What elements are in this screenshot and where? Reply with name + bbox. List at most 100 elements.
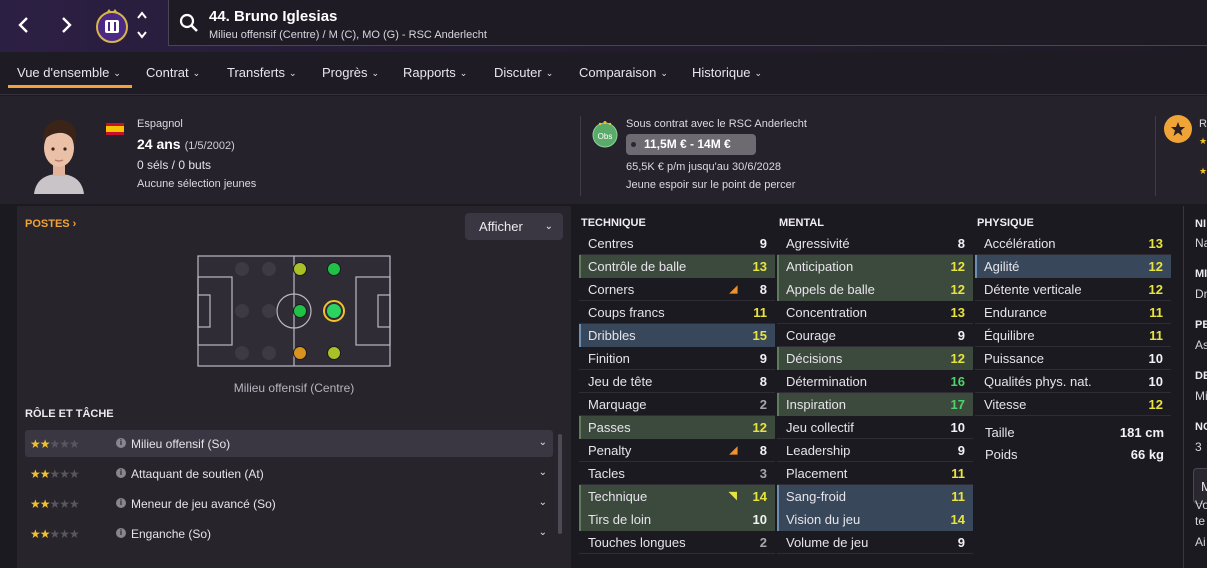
attribute-row[interactable]: Placement 11: [777, 462, 973, 485]
active-tab-indicator: [8, 85, 132, 88]
tab-comparison[interactable]: Comparaison ⌄: [579, 65, 668, 80]
trend-down-arrow-icon: ◥: [727, 285, 740, 294]
attribute-value: 16: [950, 374, 965, 389]
attribute-row[interactable]: Agressivité 8: [777, 232, 973, 255]
shortlist-badge-icon[interactable]: Obs: [592, 120, 618, 148]
position-pitch[interactable]: [197, 255, 391, 367]
attribute-name: Corners: [588, 282, 635, 297]
attribute-row[interactable]: Courage 9: [777, 324, 973, 347]
attribute-row[interactable]: Tirs de loin 10: [579, 508, 775, 531]
tab-reports[interactable]: Rapports ⌄: [403, 65, 467, 80]
info-icon[interactable]: i: [116, 468, 126, 478]
attribute-row[interactable]: Centres 9: [579, 232, 775, 255]
attribute-row[interactable]: Marquage 2: [579, 393, 775, 416]
attribute-value: 9: [957, 535, 965, 550]
attribute-row[interactable]: Inspiration 17: [777, 393, 973, 416]
attribute-row[interactable]: Détermination 16: [777, 370, 973, 393]
attribute-row[interactable]: Coups francs 11: [579, 301, 775, 324]
attribute-row[interactable]: Touches longues 2: [579, 531, 775, 554]
player-avatar[interactable]: [28, 114, 90, 194]
attribute-row[interactable]: Sang-froid 11: [777, 485, 973, 508]
role-row[interactable]: ★★★★★ i Attaquant de soutien (At) ⌄: [25, 460, 553, 487]
attribute-value: 15: [752, 328, 767, 343]
technique-title: TECHNIQUE: [581, 217, 646, 229]
technique-column: TECHNIQUE Centres 9 Contrôle de balle 13 Cor…: [579, 206, 775, 554]
attribute-row[interactable]: Penalty ◥ 8: [579, 439, 775, 462]
role-row[interactable]: ★★★★★ i Milieu offensif (So) ⌄: [25, 430, 553, 457]
chevron-down-icon[interactable]: ⌄: [539, 467, 547, 478]
attribute-row[interactable]: Vision du jeu 14: [777, 508, 973, 531]
attribute-row[interactable]: Jeu collectif 10: [777, 416, 973, 439]
back-arrow-icon[interactable]: [8, 10, 38, 40]
attribute-value: 14: [950, 512, 965, 527]
attribute-value: 3: [759, 466, 767, 481]
attribute-row[interactable]: Technique ◥ 14: [579, 485, 775, 508]
tab-overview[interactable]: Vue d'ensemble ⌄: [17, 65, 121, 80]
info-icon[interactable]: i: [116, 528, 126, 538]
role-row[interactable]: ★★★★★ i Enganche (So) ⌄: [25, 520, 553, 547]
attribute-value: 2: [759, 397, 767, 412]
info-icon[interactable]: i: [116, 498, 126, 508]
attribute-value: 12: [1148, 397, 1163, 412]
forward-arrow-icon[interactable]: [52, 10, 82, 40]
player-position-club: Milieu offensif (Centre) / M (C), MO (G)…: [209, 29, 487, 41]
positions-title[interactable]: POSTES ›: [25, 218, 76, 230]
attribute-value: 14: [752, 489, 767, 504]
attribute-row[interactable]: Vitesse 12: [975, 393, 1171, 416]
chevron-up-icon[interactable]: [136, 10, 148, 20]
search-icon[interactable]: [179, 13, 199, 33]
prospect-tag: Jeune espoir sur le point de percer: [626, 179, 796, 191]
tab-discuss[interactable]: Discuter ⌄: [494, 65, 553, 80]
attribute-row[interactable]: Décisions 12: [777, 347, 973, 370]
attribute-row[interactable]: Détente verticale 12: [975, 278, 1171, 301]
attribute-row[interactable]: Concentration 13: [777, 301, 973, 324]
show-dropdown[interactable]: Afficher ⌄: [465, 213, 563, 240]
attribute-row[interactable]: Appels de balle 12: [777, 278, 973, 301]
player-search-box[interactable]: 44. Bruno Iglesias Milieu offensif (Cent…: [168, 0, 1207, 46]
attribute-value: 11: [951, 489, 965, 504]
attribute-row[interactable]: Équilibre 11: [975, 324, 1171, 347]
attribute-name: Appels de balle: [786, 282, 875, 297]
attribute-name: Contrôle de balle: [588, 259, 687, 274]
attribute-value: 9: [759, 236, 767, 251]
attribute-row[interactable]: Dribbles 15: [579, 324, 775, 347]
attribute-name: Sang-froid: [786, 489, 846, 504]
attribute-row[interactable]: Leadership 9: [777, 439, 973, 462]
attribute-row[interactable]: Corners ◥ 8: [579, 278, 775, 301]
tab-history[interactable]: Historique ⌄: [692, 65, 762, 80]
attribute-row[interactable]: Agilité 12: [975, 255, 1171, 278]
transfer-value[interactable]: 11,5M € - 14M €: [626, 134, 756, 155]
player-switcher[interactable]: [136, 10, 148, 40]
roles-scrollbar[interactable]: [558, 434, 562, 534]
attribute-row[interactable]: Passes 12: [579, 416, 775, 439]
tab-progress[interactable]: Progrès ⌄: [322, 65, 379, 80]
tab-contract[interactable]: Contrat ⌄: [146, 65, 200, 80]
attribute-row[interactable]: Anticipation 12: [777, 255, 973, 278]
club-crest-icon[interactable]: [94, 7, 130, 45]
chevron-down-icon[interactable]: [136, 30, 148, 40]
attribute-row[interactable]: Accélération 13: [975, 232, 1171, 255]
chevron-down-icon[interactable]: ⌄: [539, 497, 547, 508]
attribute-row[interactable]: Puissance 10: [975, 347, 1171, 370]
attribute-row[interactable]: Volume de jeu 9: [777, 531, 973, 554]
attribute-value: 8: [957, 236, 965, 251]
positions-title-text: POSTES: [25, 218, 70, 230]
attribute-name: Tirs de loin: [588, 512, 652, 527]
height-value: 181 cm: [1119, 425, 1164, 440]
attribute-row[interactable]: Endurance 11: [975, 301, 1171, 324]
star-rating-icon[interactable]: [1164, 115, 1192, 143]
age: 24 ans (1/5/2002): [137, 136, 235, 152]
attribute-row[interactable]: Finition 9: [579, 347, 775, 370]
attribute-row[interactable]: Qualités phys. nat. 10: [975, 370, 1171, 393]
attribute-value: 13: [950, 305, 965, 320]
chevron-down-icon[interactable]: ⌄: [539, 437, 547, 448]
attribute-row[interactable]: Contrôle de balle 13: [579, 255, 775, 278]
tab-transfers[interactable]: Transferts ⌄: [227, 65, 297, 80]
info-icon[interactable]: i: [116, 438, 126, 448]
attribute-value: 9: [759, 351, 767, 366]
attribute-row[interactable]: Jeu de tête 8: [579, 370, 775, 393]
chevron-down-icon[interactable]: ⌄: [539, 527, 547, 538]
role-row[interactable]: ★★★★★ i Meneur de jeu avancé (So) ⌄: [25, 490, 553, 517]
attribute-name: Dribbles: [588, 328, 636, 343]
attribute-row[interactable]: Tacles 3: [579, 462, 775, 485]
